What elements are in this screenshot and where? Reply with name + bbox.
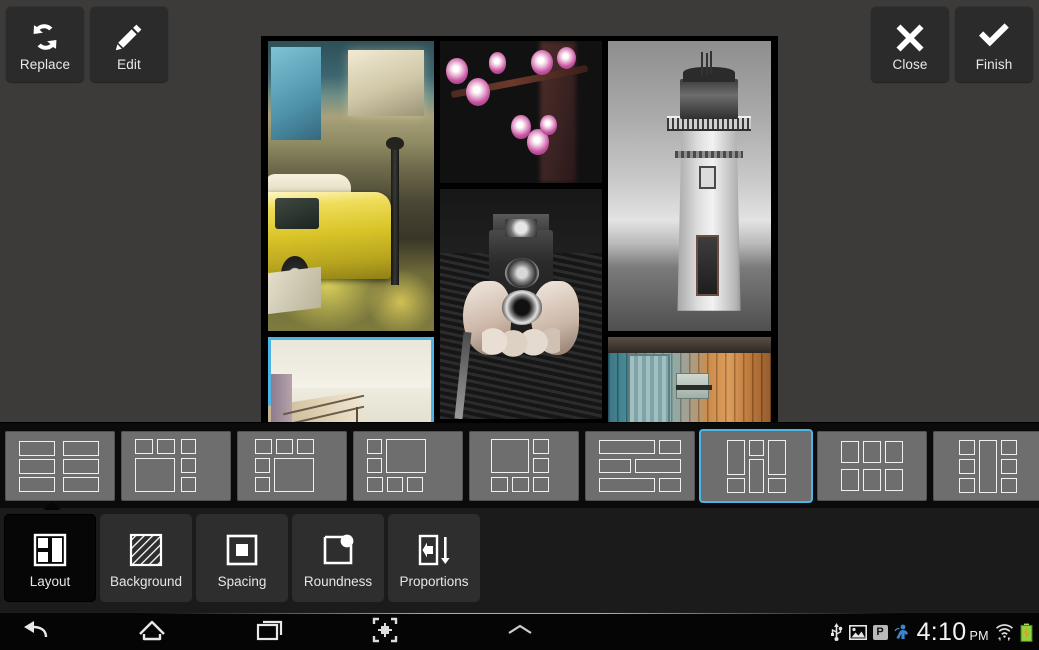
tab-roundness[interactable]: Roundness	[292, 514, 384, 602]
tab-layout[interactable]: Layout	[4, 514, 96, 602]
collage-cell-photo-weathered-door[interactable]	[608, 337, 771, 424]
collapse-panel-button[interactable]	[495, 613, 545, 650]
recent-apps-icon	[256, 618, 286, 647]
layout-option-6[interactable]	[585, 430, 695, 501]
layout-option-4[interactable]	[353, 430, 463, 501]
layout-option-3[interactable]	[237, 430, 347, 501]
parking-badge-icon: P	[872, 624, 888, 640]
recents-button[interactable]	[246, 613, 296, 650]
screenshot-icon	[372, 617, 398, 648]
clock-time: 4:10	[916, 617, 967, 646]
system-navigation-bar: P 4:10 PM	[0, 612, 1039, 650]
rounded-corner-icon	[321, 526, 355, 574]
layout-option-8[interactable]	[817, 430, 927, 501]
home-button[interactable]	[127, 613, 177, 650]
nested-square-icon	[225, 526, 259, 574]
close-button-label: Close	[892, 56, 928, 72]
replace-button-label: Replace	[19, 56, 71, 72]
close-button[interactable]: Close	[871, 6, 949, 82]
layout-option-1[interactable]	[5, 430, 115, 501]
photo-lighthouse	[608, 41, 771, 331]
collage-cell-photo-cherry-blossom[interactable]	[440, 41, 602, 183]
layout-option-5[interactable]	[469, 430, 579, 501]
status-clock: 4:10 PM	[916, 617, 989, 646]
cross-icon	[895, 17, 925, 57]
photo-weathered-door	[608, 337, 771, 424]
tab-background-label: Background	[109, 574, 183, 589]
finish-button[interactable]: Finish	[955, 6, 1033, 82]
active-tab-caret	[43, 502, 61, 510]
hatch-pattern-icon	[129, 526, 163, 574]
replace-arrows-icon	[28, 17, 62, 57]
screenshot-captured-icon	[848, 624, 867, 640]
wifi-icon	[995, 623, 1014, 641]
checkmark-icon	[977, 17, 1011, 57]
battery-charging-icon	[1020, 623, 1033, 642]
screenshot-button[interactable]	[363, 613, 407, 650]
clock-ampm: PM	[969, 628, 989, 643]
collage-canvas[interactable]	[261, 36, 778, 424]
usb-icon	[830, 623, 843, 641]
pencil-icon	[113, 17, 145, 57]
collage-cell-photo-beach-fence[interactable]	[268, 337, 434, 424]
photo-vintage-camera	[440, 189, 602, 419]
layout-option-9[interactable]	[933, 430, 1039, 501]
back-button[interactable]	[8, 613, 58, 650]
layout-option-2[interactable]	[121, 430, 231, 501]
tab-roundness-label: Roundness	[303, 574, 373, 589]
edit-button[interactable]: Edit	[90, 6, 168, 82]
photo-yellow-van	[268, 41, 434, 331]
tab-background[interactable]: Background	[100, 514, 192, 602]
arrow-resize-icon	[417, 526, 451, 574]
tab-proportions-label: Proportions	[399, 574, 469, 589]
grid-panes-icon	[33, 526, 67, 574]
collage-cell-photo-yellow-van[interactable]	[268, 41, 434, 331]
home-icon	[137, 618, 167, 647]
tab-proportions[interactable]: Proportions	[388, 514, 480, 602]
mode-toolbar: Layout Background Spacing Roundness Prop…	[0, 508, 1039, 613]
finish-button-label: Finish	[975, 56, 1013, 72]
tab-spacing[interactable]: Spacing	[196, 514, 288, 602]
status-area[interactable]: P 4:10 PM	[830, 613, 1033, 650]
back-arrow-icon	[18, 618, 48, 647]
layout-thumbnail-strip[interactable]	[0, 422, 1039, 508]
tab-layout-label: Layout	[29, 574, 71, 589]
sync-person-icon	[893, 624, 911, 640]
collage-cell-photo-vintage-camera[interactable]	[440, 189, 602, 419]
chevron-up-icon	[505, 622, 535, 643]
photo-cherry-blossom	[440, 41, 602, 183]
layout-option-7[interactable]	[701, 430, 811, 501]
replace-button[interactable]: Replace	[6, 6, 84, 82]
edit-button-label: Edit	[117, 56, 141, 72]
collage-cell-photo-lighthouse[interactable]	[608, 41, 771, 331]
photo-beach-fence	[268, 340, 431, 424]
tab-spacing-label: Spacing	[217, 574, 267, 589]
